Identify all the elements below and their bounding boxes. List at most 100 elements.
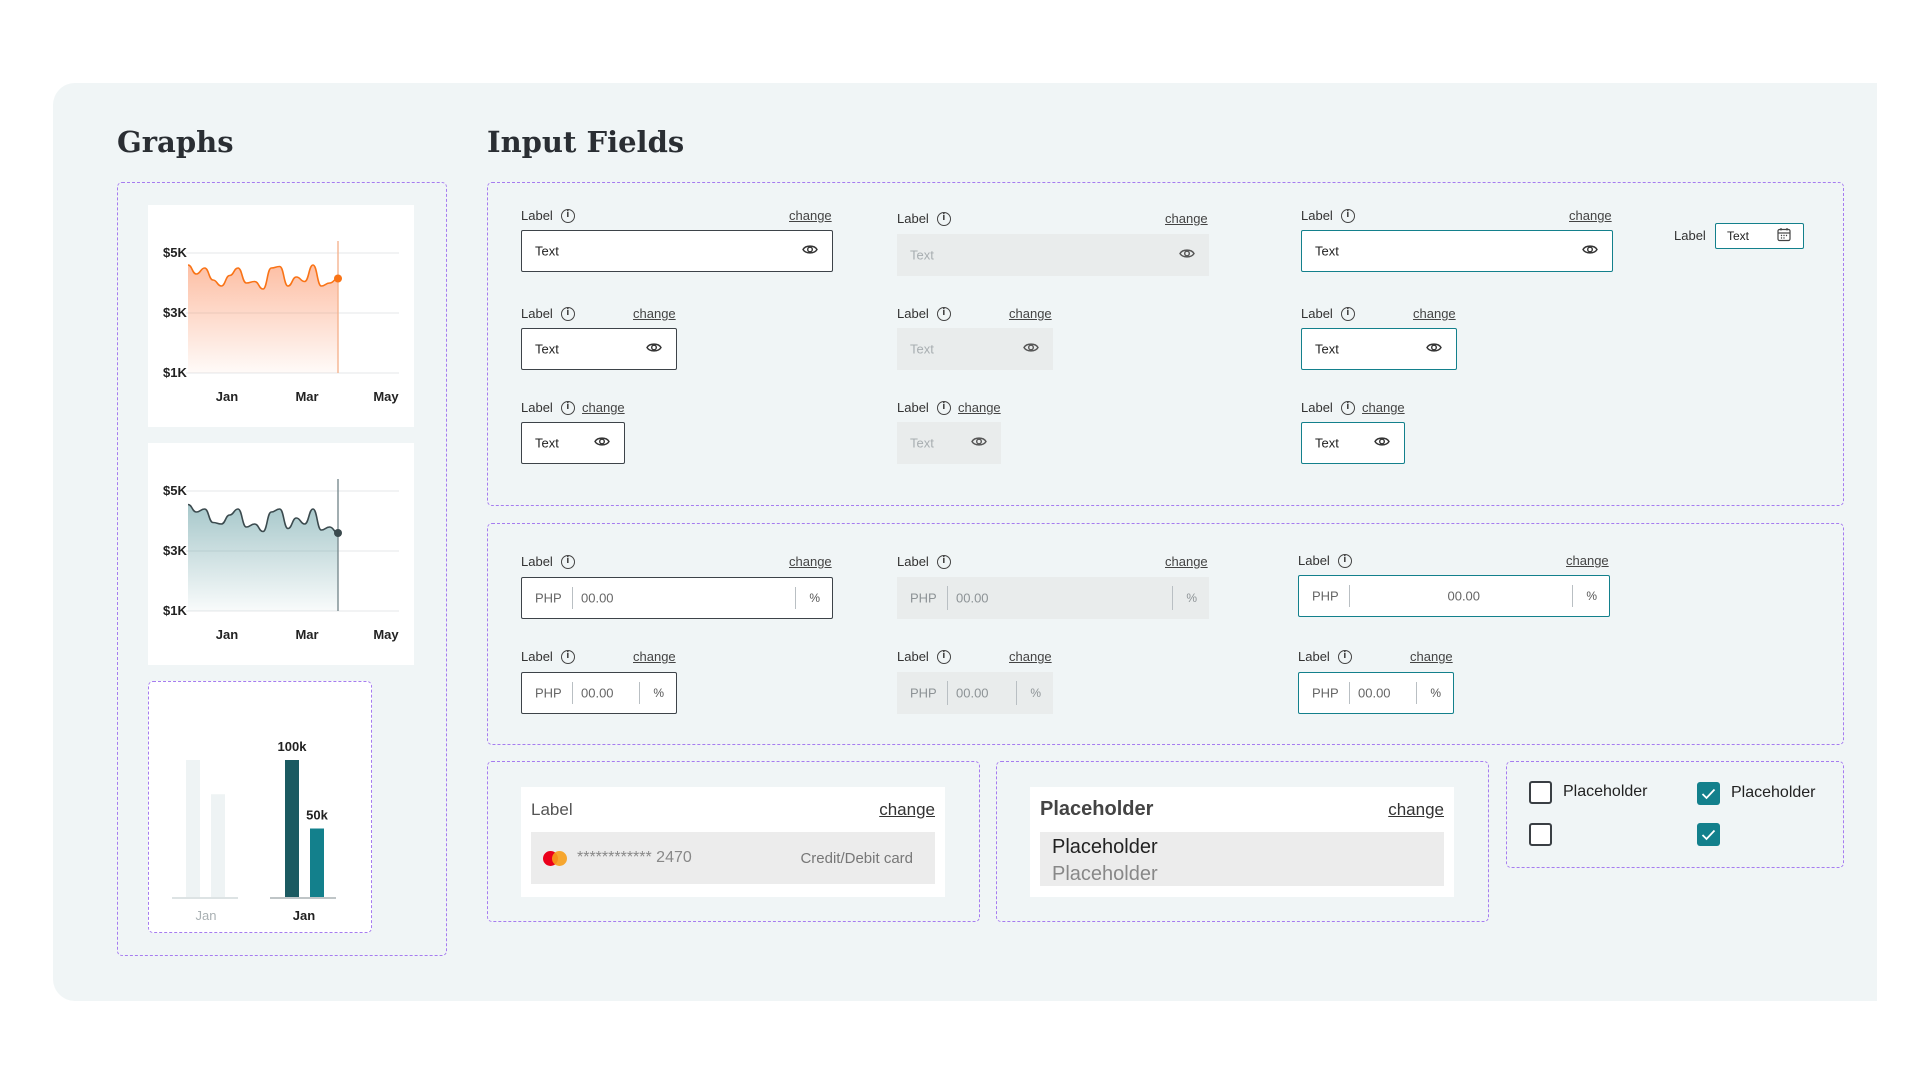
- highlight-point[interactable]: [334, 274, 342, 283]
- change-link[interactable]: change: [958, 400, 1001, 415]
- info-icon[interactable]: i: [1340, 208, 1355, 223]
- field-label: Label i: [1301, 306, 1355, 321]
- bar[interactable]: [285, 760, 299, 897]
- eye-icon[interactable]: [802, 244, 818, 259]
- select-title: Placeholder: [1040, 798, 1154, 820]
- info-icon[interactable]: i: [936, 400, 951, 415]
- eye-icon[interactable]: [971, 436, 987, 451]
- text-input[interactable]: Text: [1301, 422, 1405, 464]
- percent-suffix: %: [1430, 686, 1441, 700]
- field-label: Label i: [897, 211, 951, 226]
- select-change-link[interactable]: change: [1388, 800, 1444, 820]
- amount-value: 00.00: [1358, 685, 1391, 701]
- eye-icon[interactable]: [1374, 436, 1390, 451]
- field-label: Label i: [1301, 208, 1355, 223]
- x-tick-label: Jan: [216, 627, 238, 642]
- info-icon[interactable]: i: [1337, 649, 1352, 664]
- input-value: Text: [535, 341, 559, 357]
- info-icon[interactable]: i: [560, 400, 575, 415]
- select-option-2[interactable]: Placeholder: [1052, 863, 1158, 886]
- change-link[interactable]: change: [633, 649, 676, 664]
- change-link[interactable]: change: [1362, 400, 1405, 415]
- y-tick-label: $1K: [163, 365, 187, 380]
- percent-suffix: %: [653, 686, 664, 700]
- info-icon[interactable]: i: [936, 211, 951, 226]
- eye-icon[interactable]: [1179, 248, 1195, 263]
- currency-input: PHP 00.00%: [897, 577, 1209, 619]
- bar[interactable]: [186, 760, 200, 897]
- field-label: Label i: [897, 400, 951, 415]
- card-type-label: Credit/Debit card: [800, 850, 913, 867]
- text-input: Text: [897, 422, 1001, 464]
- amount-value: 00.00: [581, 685, 614, 701]
- checkbox-unchecked[interactable]: [1529, 823, 1552, 846]
- text-input[interactable]: Text: [1301, 230, 1613, 272]
- currency-input[interactable]: PHP 00.00%: [1298, 672, 1454, 714]
- change-link[interactable]: change: [582, 400, 625, 415]
- bar[interactable]: [310, 828, 324, 898]
- input-fields-heading: Input Fields: [487, 125, 685, 159]
- change-link[interactable]: change: [789, 208, 832, 223]
- info-icon[interactable]: i: [560, 649, 575, 664]
- field-label: Label i: [521, 649, 575, 664]
- change-link[interactable]: change: [1413, 306, 1456, 321]
- divider: [572, 587, 573, 609]
- eye-icon[interactable]: [1582, 244, 1598, 259]
- change-link[interactable]: change: [1165, 211, 1208, 226]
- checkbox-checked[interactable]: [1697, 823, 1720, 846]
- checkbox-checked[interactable]: [1697, 782, 1720, 805]
- currency-prefix: PHP: [910, 590, 937, 606]
- text-input[interactable]: Text: [521, 230, 833, 272]
- currency-prefix: PHP: [1312, 588, 1339, 604]
- change-link[interactable]: change: [1165, 554, 1208, 569]
- x-tick-label: Mar: [295, 627, 318, 642]
- label-text: Label: [897, 306, 929, 321]
- payment-change-link[interactable]: change: [879, 800, 935, 820]
- date-input[interactable]: Text: [1715, 223, 1804, 249]
- checkbox-unchecked[interactable]: [1529, 781, 1552, 804]
- eye-icon[interactable]: [646, 342, 662, 357]
- payment-method-field[interactable]: ************ 2470 Credit/Debit card: [531, 832, 935, 884]
- eye-icon[interactable]: [594, 436, 610, 451]
- currency-input[interactable]: PHP 00.00%: [1298, 575, 1610, 617]
- text-input[interactable]: Text: [521, 328, 677, 370]
- area-chart-teal: $5K $3K $1K Jan Mar May: [148, 443, 414, 665]
- info-icon[interactable]: i: [1340, 400, 1355, 415]
- checkmark-icon: [1701, 788, 1716, 800]
- bar[interactable]: [211, 794, 225, 897]
- label-text: Label: [521, 554, 553, 569]
- label-text: Label: [521, 649, 553, 664]
- text-input[interactable]: Text: [1301, 328, 1457, 370]
- label-text: Label: [1301, 208, 1333, 223]
- info-icon[interactable]: i: [936, 554, 951, 569]
- calendar-icon[interactable]: [1777, 228, 1791, 245]
- change-link[interactable]: change: [633, 306, 676, 321]
- change-link[interactable]: change: [1009, 306, 1052, 321]
- currency-input[interactable]: PHP 00.00%: [521, 672, 677, 714]
- eye-icon[interactable]: [1023, 342, 1039, 357]
- currency-input[interactable]: PHP 00.00%: [521, 577, 833, 619]
- select-option-1[interactable]: Placeholder: [1052, 836, 1158, 859]
- change-link[interactable]: change: [789, 554, 832, 569]
- info-icon[interactable]: i: [560, 208, 575, 223]
- info-icon[interactable]: i: [1340, 306, 1355, 321]
- masked-card-number: ************ 2470: [577, 849, 692, 866]
- highlight-point[interactable]: [334, 529, 342, 537]
- change-link[interactable]: change: [1566, 553, 1609, 568]
- eye-icon[interactable]: [1426, 342, 1442, 357]
- info-icon[interactable]: i: [560, 554, 575, 569]
- amount-value: 00.00: [581, 590, 614, 606]
- input-value: Text: [1315, 341, 1339, 357]
- label-text: Label: [1298, 649, 1330, 664]
- info-icon[interactable]: i: [560, 306, 575, 321]
- field-label: Label i: [521, 208, 575, 223]
- info-icon[interactable]: i: [1337, 553, 1352, 568]
- text-input[interactable]: Text: [521, 422, 625, 464]
- percent-suffix: %: [1030, 686, 1041, 700]
- change-link[interactable]: change: [1569, 208, 1612, 223]
- info-icon[interactable]: i: [936, 649, 951, 664]
- change-link[interactable]: change: [1009, 649, 1052, 664]
- change-link[interactable]: change: [1410, 649, 1453, 664]
- info-icon[interactable]: i: [936, 306, 951, 321]
- currency-prefix: PHP: [535, 685, 562, 701]
